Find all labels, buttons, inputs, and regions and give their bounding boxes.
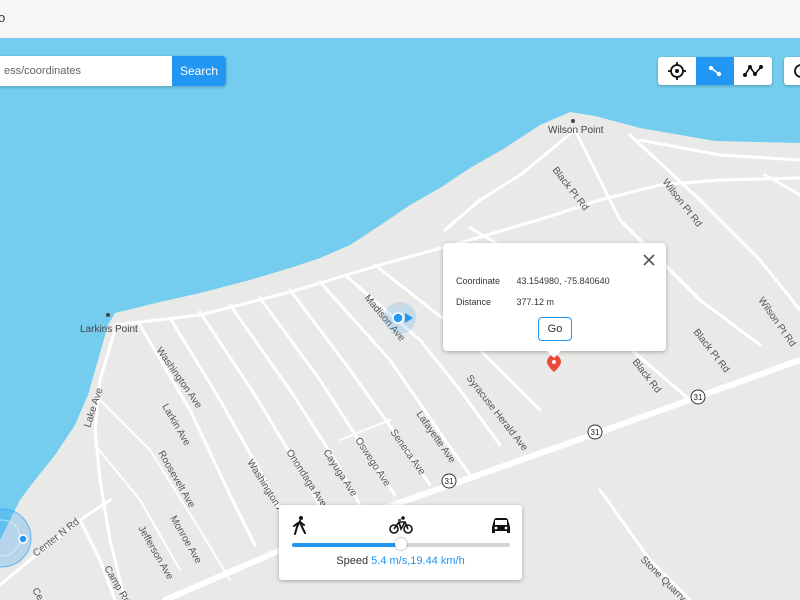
close-icon[interactable] (642, 253, 656, 267)
distance-label: Distance (456, 297, 492, 307)
speed-slider-fill (292, 543, 401, 547)
search-bar: Search (0, 56, 226, 86)
mode-toolbar (658, 57, 772, 85)
route-multi-point-icon (743, 65, 763, 77)
current-location-marker (384, 302, 416, 334)
distance-value: 377.12 m (516, 297, 555, 307)
svg-text:31: 31 (694, 393, 703, 402)
route-two-point-icon (708, 65, 722, 77)
circle-icon (794, 64, 800, 78)
speed-slider-thumb[interactable] (395, 538, 407, 550)
window-title: o (0, 10, 6, 25)
route-shield: 31 (690, 389, 706, 405)
svg-text:31: 31 (591, 428, 600, 437)
teleport-mode-button[interactable] (658, 57, 696, 85)
place-label-wilson-point: Wilson Point (548, 125, 604, 136)
speed-value: 5.4 m/s,19.44 km/h (371, 555, 465, 567)
location-popup: Coordinate 43.154980, -75.840640 Distanc… (443, 243, 666, 358)
place-label-larkins-point: Larkins Point (80, 324, 138, 335)
bike-icon[interactable] (389, 515, 413, 535)
search-input[interactable] (0, 56, 172, 86)
speed-label: Speed (336, 555, 369, 567)
car-icon[interactable] (490, 515, 512, 535)
multi-spot-mode-button[interactable] (734, 57, 772, 85)
distance-row: Distance 377.12 m (456, 297, 554, 307)
speed-readout: Speed 5.4 m/s,19.44 km/h (279, 555, 522, 567)
svg-text:31: 31 (445, 477, 454, 486)
popup-tail (547, 351, 561, 358)
route-shield: 31 (441, 473, 457, 489)
walk-icon[interactable] (292, 515, 308, 535)
crosshair-icon (668, 62, 686, 80)
search-button[interactable]: Search (172, 56, 226, 86)
speed-panel: Speed 5.4 m/s,19.44 km/h (279, 505, 522, 580)
coordinate-row: Coordinate 43.154980, -75.840640 (456, 276, 610, 286)
route-shield: 31 (587, 424, 603, 440)
coordinate-label: Coordinate (456, 276, 501, 286)
two-spot-mode-button[interactable] (696, 57, 734, 85)
coordinate-value: 43.154980, -75.840640 (516, 276, 610, 286)
title-bar: o (0, 0, 800, 39)
go-button[interactable]: Go (538, 317, 572, 341)
jump-mode-button[interactable] (784, 57, 800, 85)
speed-slider[interactable] (292, 538, 510, 550)
